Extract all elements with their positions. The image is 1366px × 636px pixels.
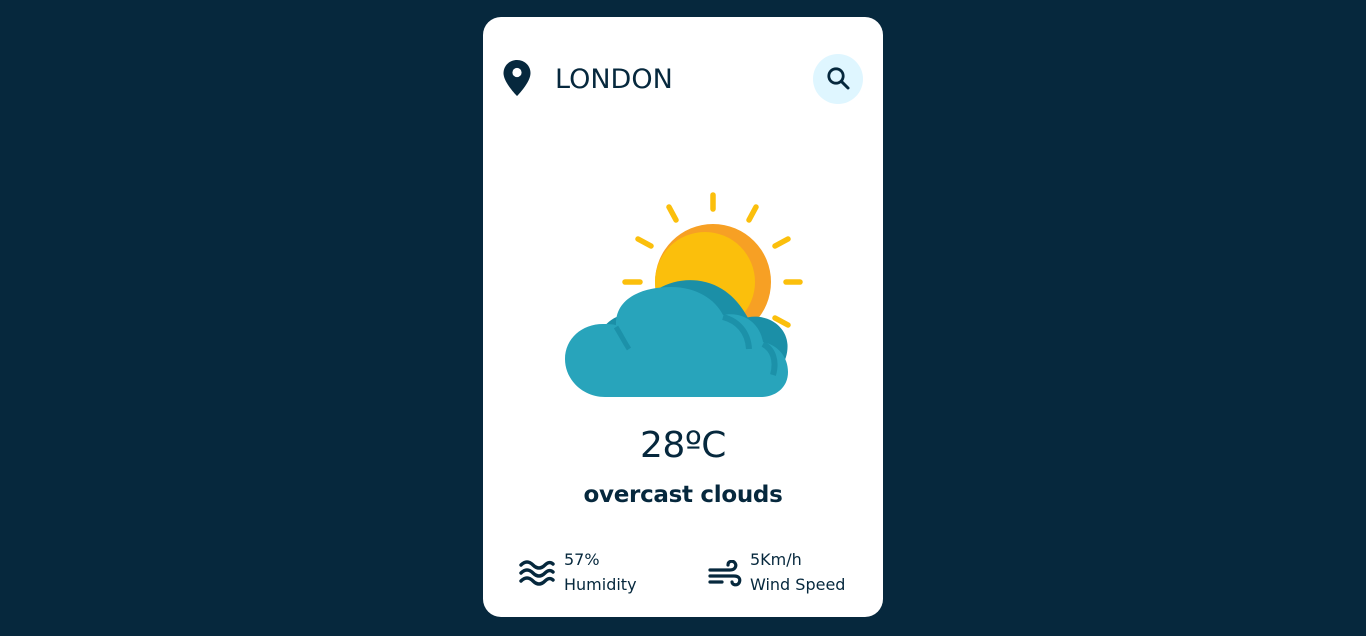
humidity-value: 57%	[564, 550, 600, 569]
wind-label: Wind Speed	[750, 575, 846, 594]
search-box	[483, 53, 883, 105]
map-pin-icon	[502, 59, 532, 97]
temperature: 28ºC	[640, 425, 726, 466]
wind-value: 5Km/h	[750, 550, 802, 569]
weather-image	[563, 189, 803, 401]
wind-icon	[708, 559, 742, 594]
weather-description: overcast clouds	[583, 482, 783, 508]
search-button[interactable]	[813, 54, 863, 104]
humidity-label: Humidity	[564, 575, 637, 594]
water-waves-icon	[519, 560, 555, 590]
search-icon	[827, 67, 850, 90]
sun-behind-cloud-icon	[565, 192, 803, 397]
weather-card: 28ºC overcast clouds 57% Humidity	[483, 17, 883, 617]
location-input[interactable]	[555, 59, 795, 99]
